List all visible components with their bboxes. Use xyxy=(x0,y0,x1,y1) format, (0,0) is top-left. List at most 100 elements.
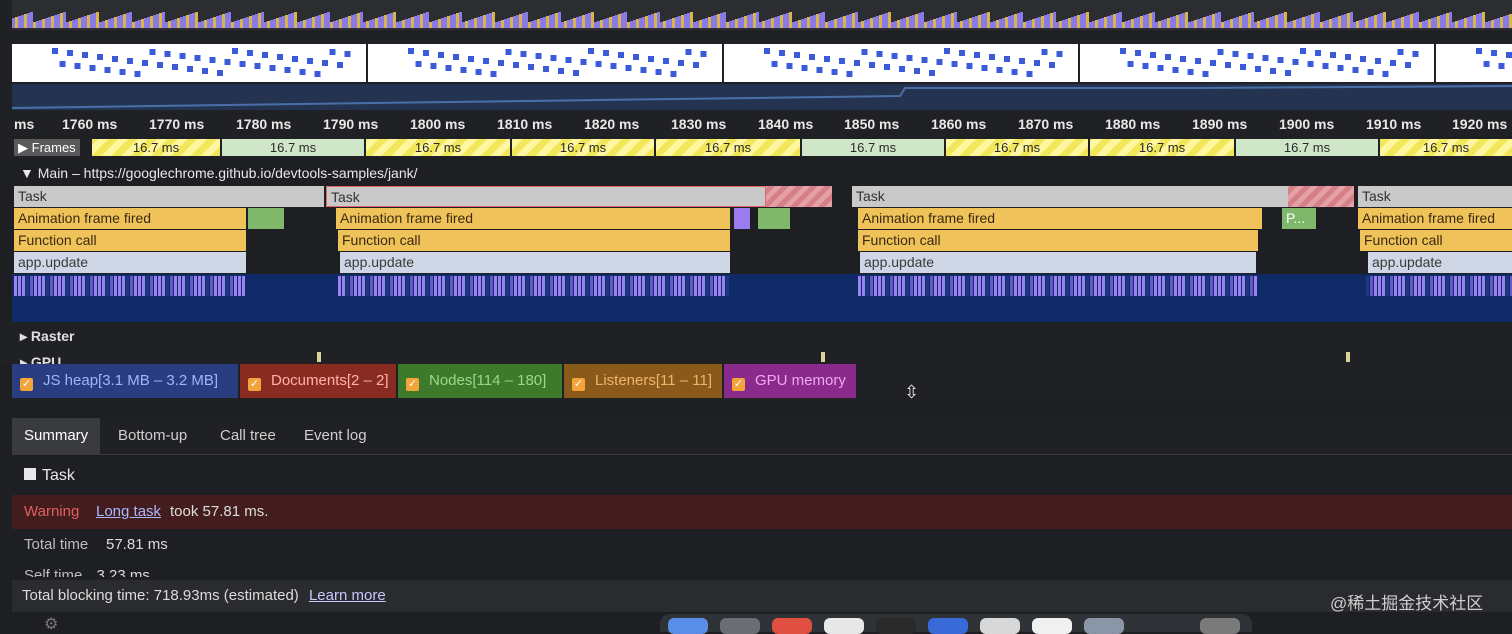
call-stack-bar xyxy=(1166,276,1169,296)
frame-block[interactable]: 16.7 ms xyxy=(512,139,654,156)
call-stack-bar xyxy=(1154,276,1157,296)
frame-block[interactable]: 16.7 ms xyxy=(1236,139,1378,156)
checkbox-icon[interactable]: ✓ xyxy=(20,378,33,391)
collapse-triangle-icon[interactable]: ▼ xyxy=(20,165,38,181)
animation-frame-block[interactable]: Animation frame fired xyxy=(336,208,730,229)
overview-cpu-bar xyxy=(1287,22,1290,28)
task-block[interactable]: Task xyxy=(1358,186,1512,207)
learn-more-link[interactable]: Learn more xyxy=(309,587,386,604)
counter-toggle[interactable]: ✓ Nodes[114 – 180] xyxy=(398,364,562,398)
overview-cpu-bar xyxy=(435,20,438,28)
app-update-block[interactable]: app.update xyxy=(14,252,246,273)
screenshot-square xyxy=(247,50,253,56)
gpu-event[interactable] xyxy=(821,352,825,362)
paint-block[interactable] xyxy=(758,208,790,229)
screenshot-square xyxy=(254,63,261,69)
expand-triangle-icon[interactable]: ▶ xyxy=(18,140,28,155)
counter-label: Documents[2 – 2] xyxy=(271,372,389,389)
main-thread-header[interactable]: ▼ Main – https://googlechrome.github.io/… xyxy=(0,162,1512,184)
overview-cpu-bar xyxy=(717,14,720,28)
long-task-link[interactable]: Long task xyxy=(96,503,161,520)
animation-frame-block[interactable]: Animation frame fired xyxy=(14,208,246,229)
flame-chart[interactable]: Task Task Task Task Animation frame fire… xyxy=(0,186,1512,276)
checkbox-icon[interactable]: ✓ xyxy=(732,378,745,391)
overview-cpu-bar xyxy=(180,17,183,28)
overview-cpu-bar xyxy=(648,15,651,28)
overview-cpu-bar xyxy=(1032,19,1035,28)
frame-block[interactable]: 16.7 ms xyxy=(656,139,800,156)
overview-cpu-bar xyxy=(1170,17,1173,28)
function-call-block[interactable]: Function call xyxy=(338,230,730,251)
frame-block[interactable]: 16.7 ms xyxy=(1380,139,1512,156)
gpu-track-label[interactable]: ▸ GPU xyxy=(20,354,61,364)
gpu-event[interactable] xyxy=(1346,352,1350,362)
resize-handle-icon[interactable]: ⇳ xyxy=(904,382,919,403)
screenshot-square xyxy=(1180,56,1186,62)
overview-cpu-bar xyxy=(1278,14,1281,28)
call-stack-bar xyxy=(38,276,41,296)
overview-cpu-bar xyxy=(696,21,699,28)
app-update-block[interactable]: app.update xyxy=(860,252,1256,273)
task-block[interactable]: Task xyxy=(852,186,1288,207)
counter-toggle[interactable]: ✓ Documents[2 – 2] xyxy=(240,364,396,398)
gear-icon[interactable]: ⚙ xyxy=(44,614,68,633)
overview-cpu-bar xyxy=(999,19,1002,28)
task-block[interactable]: Task xyxy=(326,186,766,207)
ruler-tick: 1890 ms xyxy=(1192,116,1248,132)
frame-block[interactable]: 16.7 ms xyxy=(1090,139,1234,156)
frame-block[interactable]: 16.7 ms xyxy=(366,139,510,156)
raster-track-label[interactable]: ▸ Raster xyxy=(20,328,75,345)
overview-cpu-bar xyxy=(234,21,237,28)
task-block[interactable]: Task xyxy=(14,186,324,207)
tab-summary[interactable]: Summary xyxy=(12,418,101,454)
frames-track-label[interactable]: ▶ Frames xyxy=(14,139,80,156)
counter-toggle[interactable]: ✓ GPU memory xyxy=(724,364,856,398)
summary-title: Task xyxy=(24,467,75,485)
function-call-block[interactable]: Function call xyxy=(14,230,246,251)
gpu-event[interactable] xyxy=(317,352,321,362)
overview-cpu-bar xyxy=(231,22,234,28)
overview-cpu-bar xyxy=(951,13,954,28)
animation-frame-block[interactable]: Animation frame fired xyxy=(858,208,1262,229)
tab-event-log[interactable]: Event log xyxy=(292,418,379,454)
frame-block[interactable]: 16.7 ms xyxy=(802,139,944,156)
function-call-block[interactable]: Function call xyxy=(1360,230,1512,251)
frame-block[interactable]: 16.7 ms xyxy=(946,139,1088,156)
tab-bottom-up[interactable]: Bottom-up xyxy=(106,418,199,454)
screenshot-square xyxy=(82,52,88,58)
frames-track[interactable]: 16.7 ms 16.7 ms 16.7 ms 16.7 ms 16.7 ms 16.7 … xyxy=(0,137,1512,158)
self-time-row: Self time 3.23 ms xyxy=(24,567,150,577)
overview-cpu-bar xyxy=(210,18,213,28)
animation-frame-block[interactable]: Animation frame fired xyxy=(1358,208,1512,229)
screenshot-square xyxy=(1034,60,1040,66)
overview-cpu-bar xyxy=(927,21,930,28)
checkbox-icon[interactable]: ✓ xyxy=(572,378,585,391)
call-stack-detail[interactable] xyxy=(12,274,1512,322)
call-stack-bar xyxy=(1018,276,1021,296)
counter-toggle[interactable]: ✓ Listeners[11 – 11] xyxy=(564,364,722,398)
tab-call-tree[interactable]: Call tree xyxy=(208,418,288,454)
paint-block[interactable]: P... xyxy=(1282,208,1316,229)
frame-block[interactable]: 16.7 ms xyxy=(92,139,220,156)
overview-cpu-bar xyxy=(960,21,963,28)
overview-cpu-bar xyxy=(1158,21,1161,28)
overview-cpu-bar xyxy=(894,21,897,28)
checkbox-icon[interactable]: ✓ xyxy=(406,378,419,391)
app-update-block[interactable]: app.update xyxy=(1368,252,1512,273)
call-stack-bar xyxy=(966,276,969,296)
counter-toggle[interactable]: ✓ JS heap[3.1 MB – 3.2 MB] xyxy=(12,364,238,398)
checkbox-icon[interactable]: ✓ xyxy=(248,378,261,391)
paint-block[interactable] xyxy=(248,208,284,229)
long-task-overflow[interactable] xyxy=(766,186,832,207)
call-stack-bar xyxy=(1214,276,1217,296)
script-block[interactable] xyxy=(734,208,750,229)
call-stack-bar xyxy=(890,276,893,296)
ruler-tick: 1860 ms xyxy=(931,116,987,132)
timeline-overview[interactable] xyxy=(0,0,1512,112)
overview-cpu-bar xyxy=(1200,18,1203,28)
frame-block[interactable]: 16.7 ms xyxy=(222,139,364,156)
call-stack-bar xyxy=(210,276,213,296)
function-call-block[interactable]: Function call xyxy=(858,230,1258,251)
app-update-block[interactable]: app.update xyxy=(340,252,730,273)
long-task-overflow[interactable] xyxy=(1288,186,1354,207)
